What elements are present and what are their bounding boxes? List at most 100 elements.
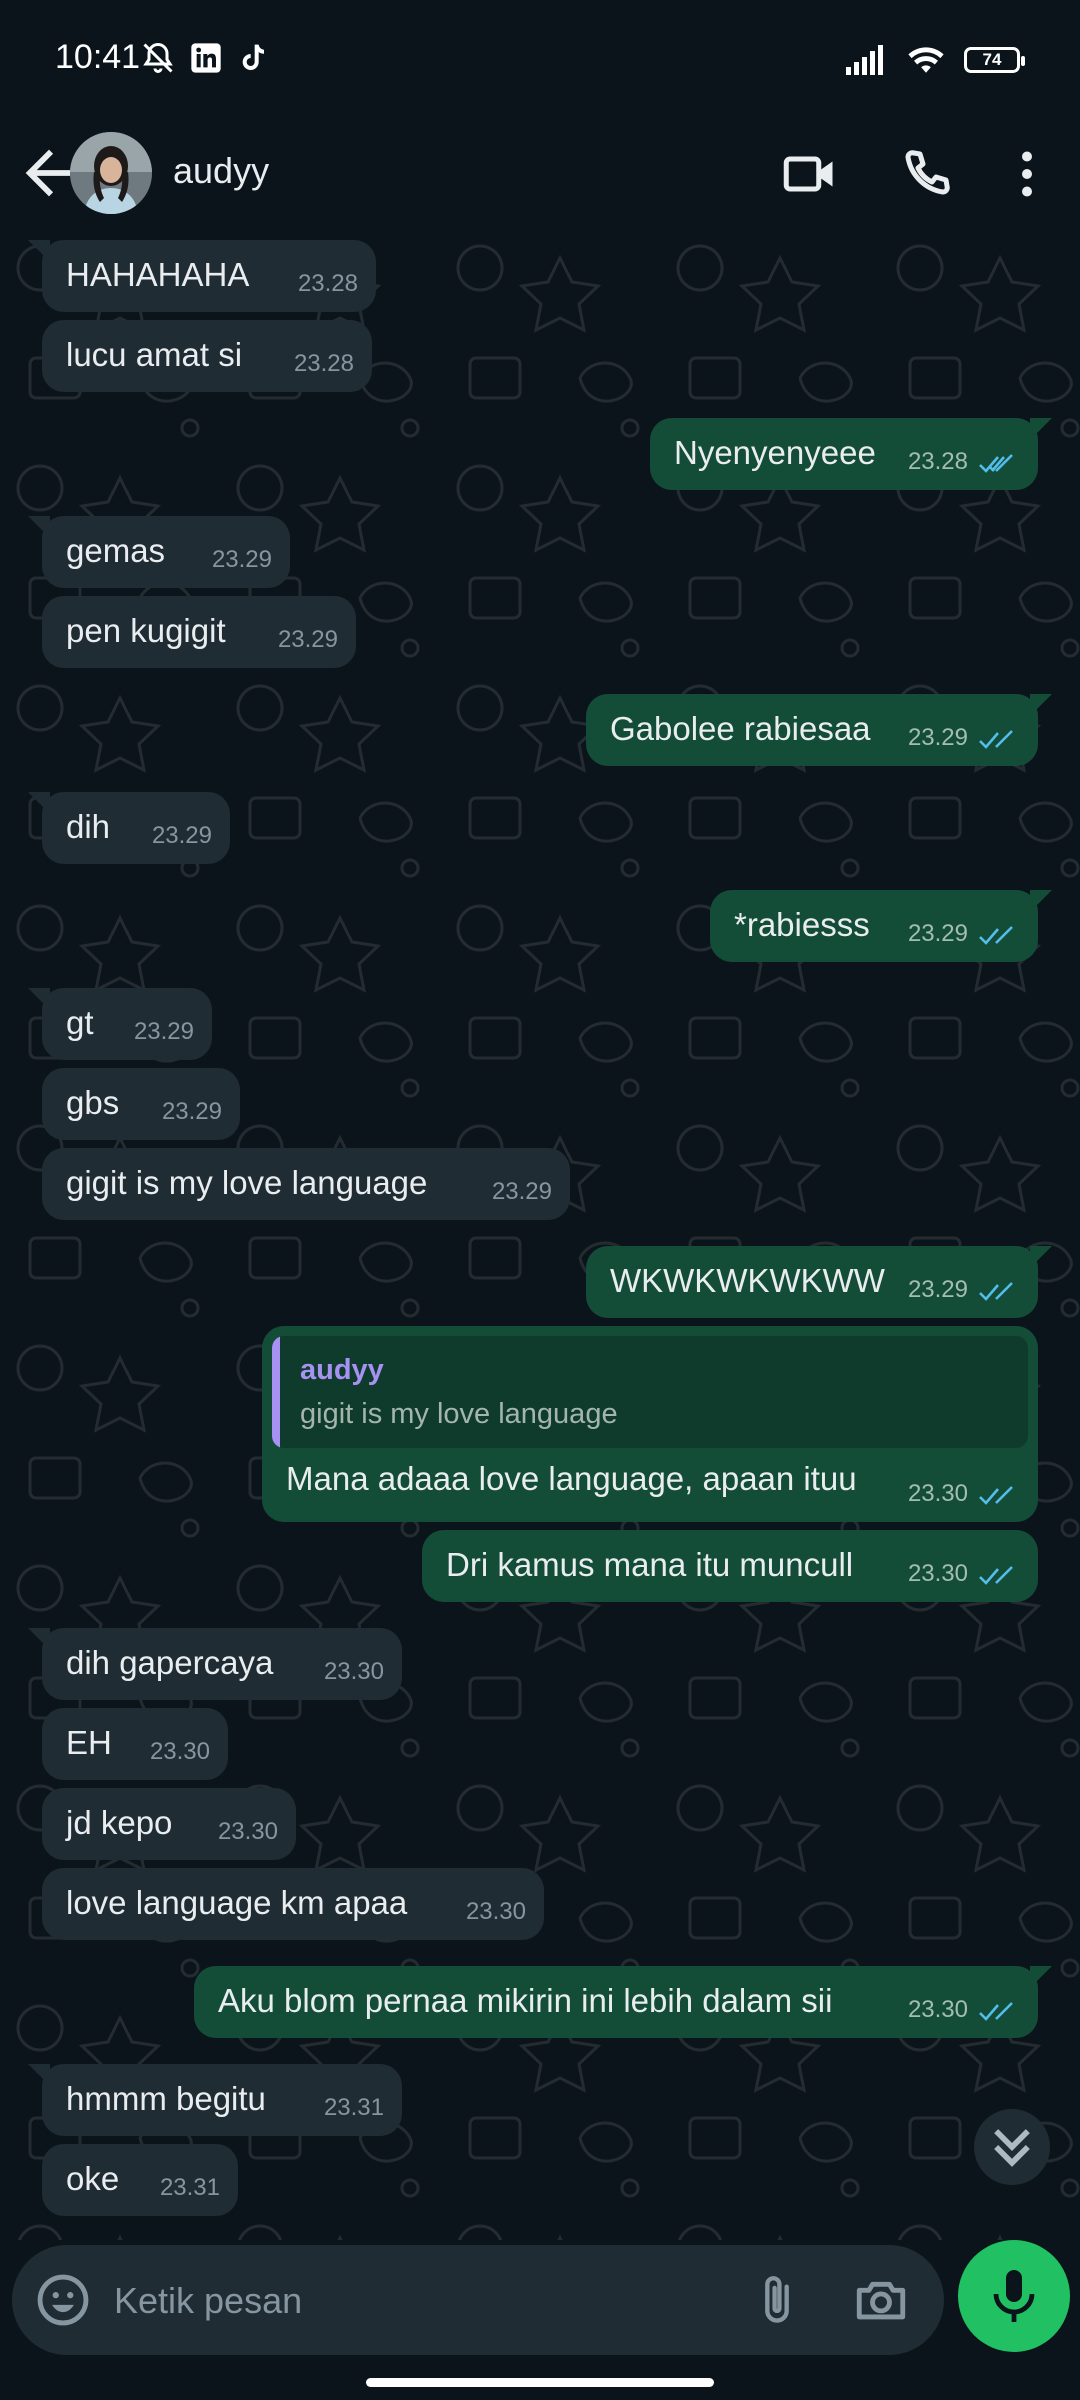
message-bubble-in[interactable]: oke 23.31 [42, 2144, 238, 2216]
message-time: 23.29 [907, 1276, 968, 1303]
battery-level: 74 [982, 50, 1002, 69]
message-bubble-out[interactable]: Nyenyenyeee 23.28 [650, 418, 1052, 490]
read-ticks-icon [979, 926, 1013, 945]
message-bubble-in[interactable]: HAHAHAHA 23.28 [28, 240, 376, 312]
mic-icon [993, 2270, 1035, 2322]
message-time: 23.30 [907, 1560, 968, 1587]
camera-icon[interactable] [852, 2271, 910, 2329]
linkedin-icon [191, 43, 221, 73]
message-time: 23.29 [907, 724, 968, 751]
message-time: 23.30 [465, 1898, 526, 1925]
message-bubble-out[interactable]: Dri kamus mana itu muncull 23.30 [422, 1530, 1038, 1602]
quoted-message[interactable]: audyy gigit is my love language [272, 1336, 1028, 1448]
message-text: gemas [66, 532, 166, 569]
message-bubble-in[interactable]: gt 23.29 [28, 988, 212, 1060]
battery-icon: 74 [964, 47, 1025, 73]
message-time: 23.29 [491, 1178, 552, 1205]
message-text: jd kepo [66, 1804, 173, 1841]
message-bubble-out[interactable]: WKWKWKWKWW 23.29 [586, 1246, 1052, 1318]
video-call-icon[interactable] [780, 144, 840, 204]
emoji-icon[interactable] [34, 2271, 92, 2329]
message-bubble-in[interactable]: gbs 23.29 [42, 1068, 240, 1140]
message-bubble-out-reply[interactable]: audyy gigit is my love language Mana ada… [262, 1326, 1038, 1522]
message-time: 23.30 [907, 1996, 968, 2023]
message-bubble-out[interactable]: Aku blom pernaa mikirin ini lebih dalam … [194, 1966, 1052, 2038]
read-ticks-icon [979, 1282, 1013, 1301]
read-ticks-icon [979, 2002, 1013, 2021]
message-time: 23.28 [297, 270, 358, 297]
composer-bar [0, 2240, 1080, 2400]
message-time: 23.31 [159, 2174, 220, 2201]
read-ticks-icon [979, 1486, 1013, 1505]
message-text: Nyenyenyeee [674, 434, 876, 471]
attach-icon[interactable] [748, 2271, 806, 2329]
voice-message-button[interactable] [958, 2240, 1070, 2352]
message-time: 23.29 [151, 822, 212, 849]
quote-accent-bar [272, 1336, 280, 1448]
message-text: gbs [66, 1084, 120, 1121]
message-text: hmmm begitu [66, 2080, 266, 2117]
read-ticks-icon [979, 730, 1013, 749]
read-ticks-icon [979, 1566, 1013, 1585]
notification-icons [140, 40, 268, 76]
message-bubble-in[interactable]: EH 23.30 [42, 1708, 228, 1780]
message-text: WKWKWKWKWW [610, 1262, 885, 1299]
chat-header: audyy [0, 118, 1080, 229]
message-text: Mana adaaa love language, apaan ituu [286, 1460, 857, 1497]
message-time: 23.28 [293, 350, 354, 377]
message-time: 23.31 [323, 2094, 384, 2121]
message-input[interactable] [112, 2245, 736, 2357]
message-text: oke [66, 2160, 120, 2197]
message-time: 23.30 [907, 1480, 968, 1507]
message-bubble-in[interactable]: jd kepo 23.30 [42, 1788, 296, 1860]
message-bubble-out[interactable]: Gabolee rabiesaa 23.29 [586, 694, 1052, 766]
message-time: 23.28 [907, 448, 968, 475]
message-bubble-in[interactable]: lucu amat si 23.28 [42, 320, 372, 392]
system-icons: 74 [846, 44, 1025, 76]
message-time: 23.29 [161, 1098, 222, 1125]
message-text: dih gapercaya [66, 1644, 274, 1681]
message-text: Dri kamus mana itu muncull [446, 1546, 854, 1583]
message-time: 23.30 [323, 1658, 384, 1685]
double-chevron-down-icon [994, 2129, 1030, 2167]
voice-call-icon[interactable] [896, 144, 956, 204]
chat-area[interactable]: HAHAHAHA 23.28 lucu amat si 23.28 Nyenye… [0, 228, 1080, 2240]
tiktok-icon [242, 44, 264, 70]
message-bubble-in[interactable]: pen kugigit 23.29 [42, 596, 356, 668]
message-time: 23.30 [217, 1818, 278, 1845]
message-bubble-in[interactable]: love language km apaa 23.30 [42, 1868, 544, 1940]
message-bubble-in[interactable]: dih gapercaya 23.30 [28, 1628, 402, 1700]
wifi-icon [908, 47, 944, 73]
message-text: EH [66, 1724, 112, 1761]
message-bubble-out[interactable]: *rabiesss 23.29 [710, 890, 1052, 962]
message-text: pen kugigit [66, 612, 226, 649]
message-text: Aku blom pernaa mikirin ini lebih dalam … [218, 1982, 833, 2019]
avatar[interactable] [70, 132, 152, 214]
message-text: *rabiesss [734, 906, 870, 943]
message-text: gt [66, 1004, 94, 1041]
home-indicator [366, 2378, 714, 2387]
message-time: 23.29 [133, 1018, 194, 1045]
message-bubble-in[interactable]: hmmm begitu 23.31 [28, 2064, 402, 2136]
contact-name[interactable]: audyy [173, 150, 269, 192]
more-vert-icon[interactable] [997, 144, 1057, 204]
read-ticks-icon [979, 454, 1013, 473]
message-text: HAHAHAHA [66, 256, 250, 293]
message-time: 23.30 [149, 1738, 210, 1765]
message-text: dih [66, 808, 111, 845]
quoted-sender: audyy [300, 1354, 384, 1386]
message-text: gigit is my love language [66, 1164, 428, 1201]
message-time: 23.29 [907, 920, 968, 947]
scroll-to-bottom-button[interactable] [974, 2109, 1050, 2185]
message-time: 23.29 [211, 546, 272, 573]
message-text: lucu amat si [66, 336, 243, 373]
message-bubble-in[interactable]: gigit is my love language 23.29 [42, 1148, 570, 1220]
message-text: Gabolee rabiesaa [610, 710, 871, 747]
quoted-text: gigit is my love language [300, 1398, 618, 1430]
message-input-container [12, 2245, 944, 2357]
message-bubble-in[interactable]: gemas 23.29 [28, 516, 290, 588]
status-time: 10:41 [55, 38, 141, 76]
message-time: 23.29 [277, 626, 338, 653]
message-bubble-in[interactable]: dih 23.29 [28, 792, 230, 864]
signal-icon [846, 45, 883, 75]
